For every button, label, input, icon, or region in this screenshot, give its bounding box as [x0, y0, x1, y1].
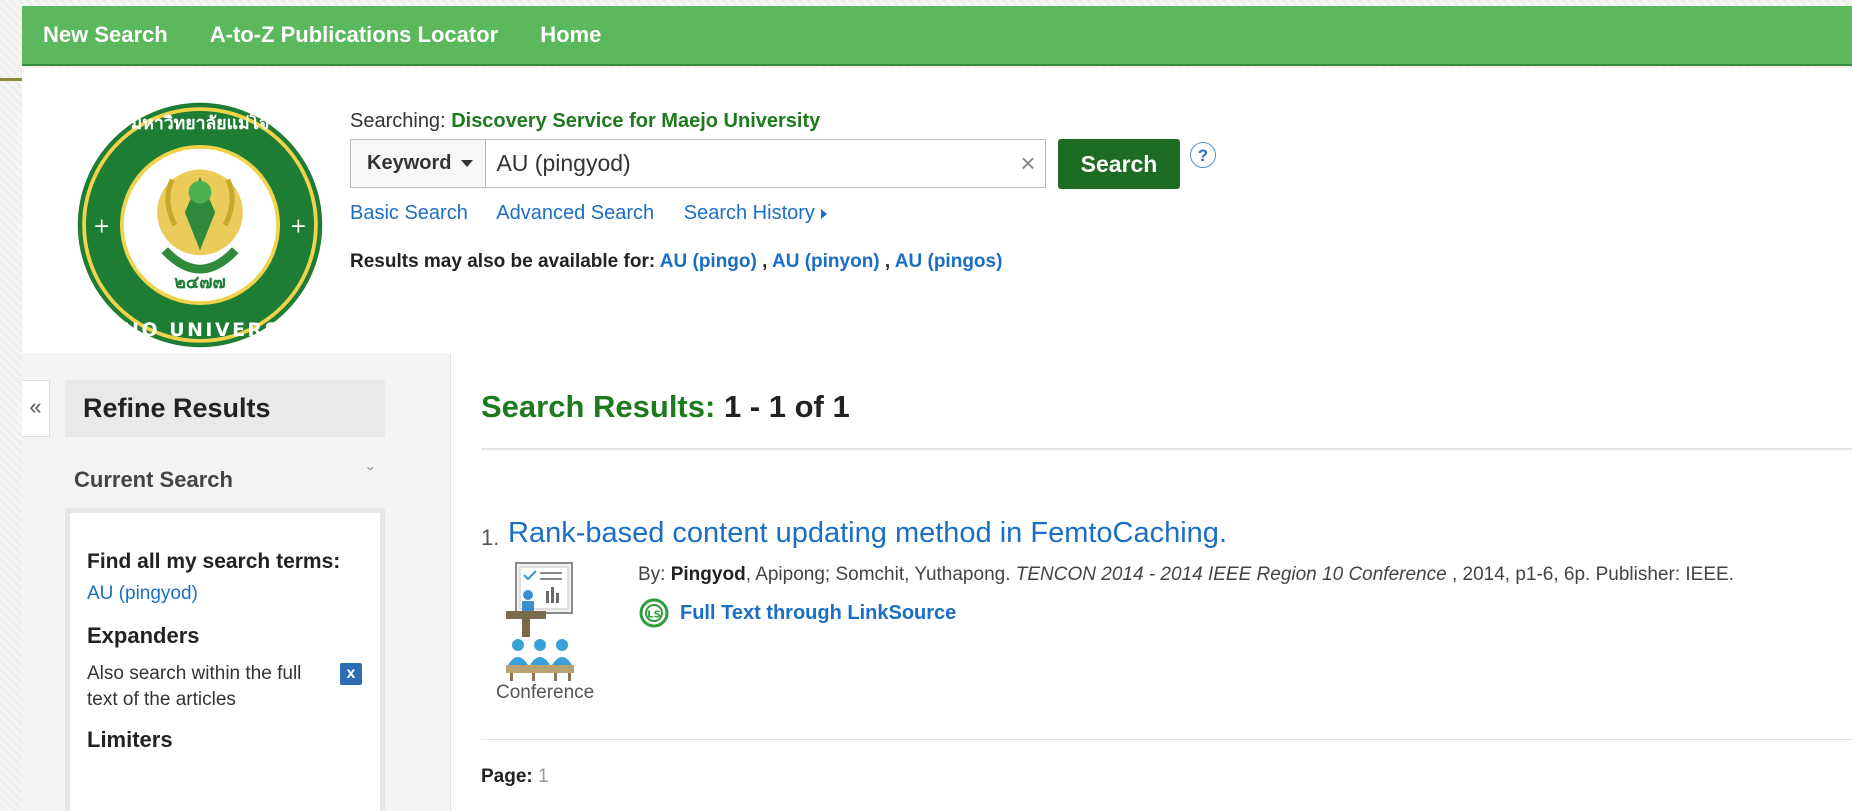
- current-search-heading[interactable]: Current Search: [74, 467, 233, 493]
- by-label: By:: [638, 564, 666, 585]
- divider: [481, 448, 1852, 450]
- svg-text:มหาวิทยาลัยแม่โจ้: มหาวิทยาลัยแม่โจ้: [131, 112, 270, 134]
- search-history-label: Search History: [683, 202, 815, 224]
- source-title[interactable]: TENCON 2014 - 2014 IEEE Region 10 Confer…: [1016, 564, 1447, 585]
- search-input[interactable]: [486, 141, 1011, 186]
- svg-text:+: +: [290, 214, 307, 238]
- search-results-heading: Search Results: 1 - 1 of 1: [481, 389, 850, 425]
- suggestion-link[interactable]: AU (pingo): [660, 251, 757, 272]
- field-dropdown-label: Keyword: [367, 152, 452, 174]
- conference-icon[interactable]: [502, 561, 578, 683]
- caret-down-icon: [461, 160, 474, 167]
- author-highlight[interactable]: Pingyod: [671, 564, 746, 585]
- svg-text:LS: LS: [647, 610, 661, 621]
- search-header: ๒๔๗๗ MAEJO UNIVERSITY มหาวิทยาลัยแม่โจ้ …: [22, 68, 1852, 353]
- search-mode-links: Basic Search Advanced Search Search Hist…: [350, 202, 851, 225]
- help-icon[interactable]: ?: [1190, 142, 1216, 168]
- suggestion-separator: ,: [762, 251, 768, 272]
- service-name: Discovery Service for Maejo University: [451, 110, 821, 132]
- nav-home[interactable]: Home: [540, 22, 601, 48]
- suggestion-separator: ,: [884, 251, 891, 272]
- nav-new-search[interactable]: New Search: [43, 22, 168, 48]
- expander-text: Also search within the full text of the …: [87, 663, 302, 710]
- source-details: , 2014, p1-6, 6p. Publisher: IEEE.: [1451, 564, 1734, 585]
- searching-label: Searching:: [350, 110, 446, 132]
- refine-results-heading: Refine Results: [65, 380, 385, 437]
- svg-text:+: +: [93, 214, 110, 238]
- search-field-dropdown[interactable]: Keyword: [351, 140, 487, 187]
- divider: [481, 739, 1852, 740]
- suggestion-link[interactable]: AU (pinyon): [772, 251, 880, 272]
- result-number: 1.: [481, 525, 500, 550]
- limiters-heading: Limiters: [87, 727, 173, 752]
- current-query-link[interactable]: AU (pingyod): [87, 583, 362, 605]
- maejo-university-logo: ๒๔๗๗ MAEJO UNIVERSITY มหาวิทยาลัยแม่โจ้ …: [77, 102, 323, 348]
- also-available-line: Results may also be available for: AU (p…: [350, 251, 1002, 273]
- chevron-down-icon[interactable]: ˇ: [367, 465, 374, 488]
- result-byline: By: Pingyod, Apipong; Somchit, Yuthapong…: [638, 564, 1734, 586]
- full-text-row: LS Full Text through LinkSource: [638, 597, 956, 629]
- expander-row: Also search within the full text of the …: [87, 661, 362, 713]
- current-search-panel: Find all my search terms: AU (pingyod) E…: [65, 508, 385, 811]
- svg-text:MAEJO UNIVERSITY: MAEJO UNIVERSITY: [78, 319, 322, 341]
- triangle-right-icon: [820, 209, 827, 219]
- svg-text:๒๔๗๗: ๒๔๗๗: [174, 273, 225, 293]
- nav-az-publications-locator[interactable]: A-to-Z Publications Locator: [210, 22, 498, 48]
- main-content: « Refine Results Current Search ˇ Find a…: [22, 353, 1852, 811]
- find-all-terms-label: Find all my search terms:: [87, 550, 341, 573]
- searching-line: Searching: Discovery Service for Maejo U…: [350, 110, 820, 133]
- search-box: Keyword ×: [350, 139, 1046, 188]
- publication-type-label: Conference: [496, 682, 595, 703]
- authors-rest: , Apipong; Somchit, Yuthapong.: [745, 564, 1011, 585]
- expanders-heading: Expanders: [87, 623, 200, 648]
- search-history-link[interactable]: Search History: [684, 202, 827, 224]
- advanced-search-link[interactable]: Advanced Search: [496, 202, 654, 224]
- linksource-icon[interactable]: LS: [638, 597, 670, 629]
- page-number: 1: [538, 766, 549, 787]
- collapse-sidebar-button[interactable]: «: [22, 380, 50, 437]
- remove-expander-icon[interactable]: x: [340, 663, 362, 685]
- results-count: 1 - 1 of 1: [723, 389, 850, 424]
- search-button[interactable]: Search: [1058, 139, 1180, 189]
- basic-search-link[interactable]: Basic Search: [350, 202, 468, 224]
- suggestion-link[interactable]: AU (pingos): [895, 251, 1003, 272]
- page-label: Page:: [481, 766, 533, 787]
- pagination: Page: 1: [481, 766, 549, 788]
- results-title-label: Search Results:: [481, 389, 716, 424]
- top-navigation-bar: New Search A-to-Z Publications Locator H…: [22, 6, 1852, 66]
- result-title-link[interactable]: Rank-based content updating method in Fe…: [508, 517, 1227, 550]
- also-available-label: Results may also be available for:: [350, 251, 656, 272]
- clear-icon[interactable]: ×: [1011, 148, 1045, 179]
- full-text-link[interactable]: Full Text through LinkSource: [680, 602, 956, 625]
